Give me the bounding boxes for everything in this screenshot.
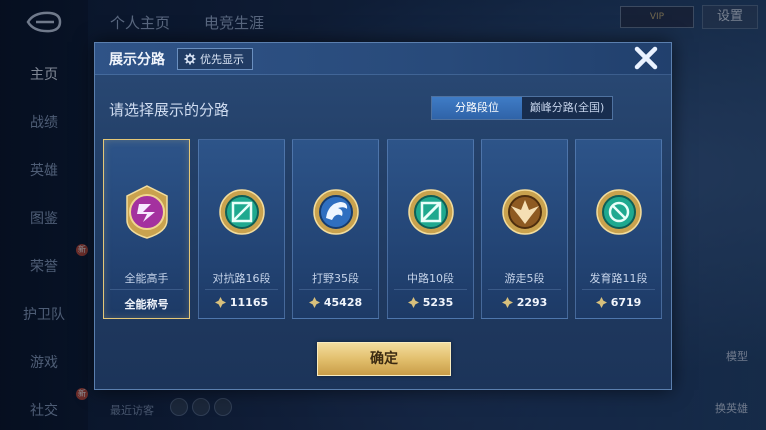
lane-card-allround[interactable]: 全能高手 全能称号 [103,139,190,319]
lane-display-dialog: 展示分路 优先显示 请选择展示的分路 分路段位 巅峰分路(全国) 全能高手 全能… [94,42,672,390]
lane-card-clash[interactable]: 对抗路16段 11165 [198,139,285,319]
dialog-subtitle: 请选择展示的分路 [109,101,230,119]
dialog-title: 展示分路 [109,52,165,68]
lane-card-stat-value: 2293 [516,296,548,309]
rank-points-icon [501,297,513,308]
lane-card-name: 全能高手 [124,272,169,285]
lane-card-stat: 45428 [293,296,378,309]
mid-lane-emblem-icon [408,189,454,235]
card-divider [299,289,372,290]
lane-card-stat-value: 45428 [323,296,363,309]
card-divider [205,289,278,290]
jungle-emblem-icon [313,189,359,235]
lane-card-stat-value: 5235 [422,296,454,309]
rank-points-icon [407,297,419,308]
lane-card-name: 游走5段 [504,272,545,285]
lane-card-jungle[interactable]: 打野35段 45428 [292,139,379,319]
lane-card-name: 对抗路16段 [212,272,271,285]
dialog-header: 展示分路 优先显示 [95,43,671,75]
lane-card-roam[interactable]: 游走5段 2293 [481,139,568,319]
lane-card-name: 打野35段 [312,272,359,285]
roam-emblem-icon [502,189,548,235]
rank-points-icon [595,297,607,308]
lane-card-stat-value: 11165 [229,296,269,309]
gear-icon [184,53,196,65]
allround-emblem-icon [126,185,168,239]
rank-points-icon [308,297,320,308]
card-divider [110,289,183,290]
lane-card-name: 发育路11段 [589,272,648,285]
lane-card-farm[interactable]: 发育路11段 6719 [575,139,662,319]
card-divider [582,289,655,290]
close-icon[interactable] [629,41,663,75]
lane-card-mid[interactable]: 中路10段 5235 [387,139,474,319]
lane-card-stat: 11165 [199,296,284,309]
farm-lane-emblem-icon [596,189,642,235]
lane-card-stat-value: 6719 [610,296,642,309]
confirm-button[interactable]: 确定 [317,342,451,376]
lane-card-stat: 5235 [388,296,473,309]
lane-card-name: 中路10段 [407,272,454,285]
lane-card-stat: 全能称号 [104,296,189,312]
card-divider [394,289,467,290]
rank-points-icon [214,297,226,308]
clash-lane-emblem-icon [219,189,265,235]
lane-card-stat: 2293 [482,296,567,309]
priority-display-label: 优先显示 [200,53,244,66]
lane-card-stat-value: 全能称号 [124,298,169,311]
lane-card-stat: 6719 [576,296,661,309]
tab-peak-lane-national[interactable]: 巅峰分路(全国) [522,97,612,119]
tab-lane-rank[interactable]: 分路段位 [432,97,522,119]
priority-display-button[interactable]: 优先显示 [177,48,253,70]
card-divider [488,289,561,290]
lane-mode-tabs: 分路段位 巅峰分路(全国) [431,96,613,120]
